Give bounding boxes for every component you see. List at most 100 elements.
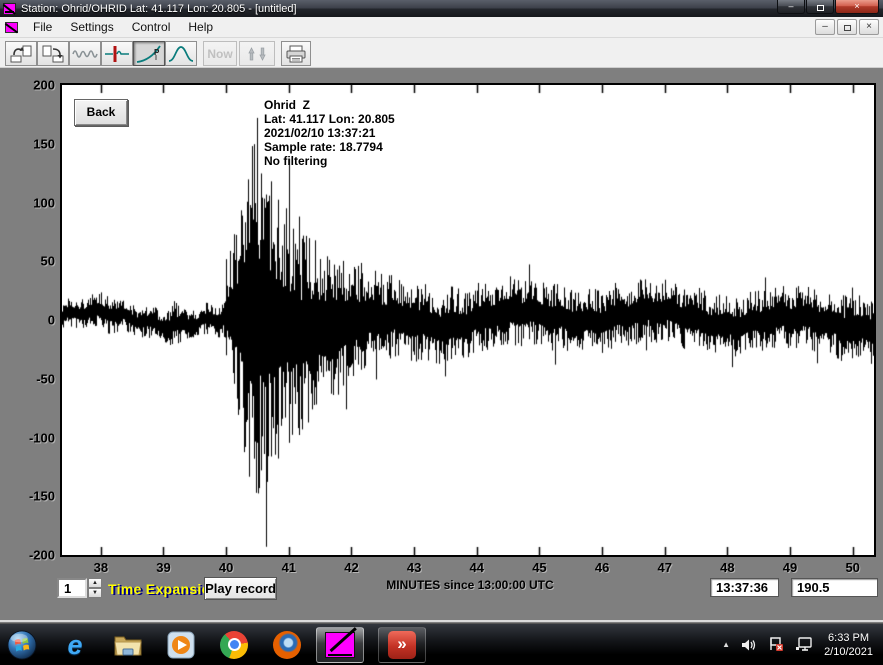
screen: Station: Ohrid/OHRID Lat: 41.117 Lon: 20… [0,0,883,665]
restore-button[interactable] [806,0,834,14]
trace-annotation: Ohrid ZLat: 41.117 Lon: 20.8052021/02/10… [264,98,395,168]
filter-button[interactable] [165,41,197,66]
network-icon[interactable] [795,637,813,652]
red-app-icon: » [388,631,416,659]
open-record-icon [10,45,32,63]
x-tick-label: 39 [156,560,170,575]
mdi-close-button[interactable]: × [859,19,879,35]
start-button[interactable] [7,630,37,660]
y-tick-label: -150 [29,489,55,504]
scroll-arrows-button[interactable] [239,41,275,66]
trace-annotation-line: Lat: 41.117 Lon: 20.805 [264,112,395,126]
window-title: Station: Ohrid/OHRID Lat: 41.117 Lon: 20… [21,3,776,15]
close-button[interactable]: × [835,0,879,14]
trace-annotation-line: 2021/02/10 13:37:21 [264,126,395,140]
waveform-icon [72,46,98,62]
firefox-icon [273,631,301,659]
action-center-flag-icon[interactable] [768,637,784,652]
media-player-button[interactable] [166,630,196,660]
red-app-taskbar-button[interactable]: » [378,627,426,663]
open-record-button[interactable] [5,41,37,66]
title-bar: Station: Ohrid/OHRID Lat: 41.117 Lon: 20… [0,0,883,17]
chrome-button[interactable] [219,630,249,660]
save-record-icon [42,45,64,63]
cursor-value-field[interactable]: 190.5 [791,578,878,597]
clock-time: 6:33 PM [824,631,873,645]
firefox-button[interactable] [272,630,302,660]
now-button[interactable]: Now [203,41,237,66]
x-tick-label: 42 [344,560,358,575]
y-tick-label: 0 [48,313,55,328]
pick-arrival-icon [104,45,130,63]
trace-annotation-line: Sample rate: 18.7794 [264,140,395,154]
x-axis-title: MINUTES since 13:00:00 UTC [330,578,610,592]
chart-client-area: Back 200150100500-50-100-150-200 3839404… [0,68,883,622]
x-tick-label: 47 [658,560,672,575]
taskbar-clock[interactable]: 6:33 PM 2/10/2021 [824,631,873,659]
time-expansion-label: Time Expansion [108,581,219,597]
x-tick-label: 49 [783,560,797,575]
x-tick-label: 44 [470,560,484,575]
print-icon [285,45,307,63]
clock-date: 2/10/2021 [824,645,873,659]
x-tick-label: 40 [219,560,233,575]
seismogram-plot[interactable]: Back [60,83,876,557]
minimize-button[interactable]: – [777,0,805,14]
file-explorer-button[interactable] [113,630,143,660]
filter-icon [168,45,194,63]
y-tick-label: -50 [36,371,55,386]
print-button[interactable] [281,41,311,66]
seismogram-trace-canvas[interactable] [62,85,874,555]
waveform-button[interactable] [69,41,101,66]
start-orb-icon [7,629,37,661]
spinner-down-icon[interactable]: ▼ [88,588,102,598]
internet-explorer-icon: e [67,631,82,659]
trace-annotation-line: No filtering [264,154,395,168]
x-tick-label: 50 [845,560,859,575]
mdi-minimize-button[interactable]: – [815,19,835,35]
menu-settings[interactable]: Settings [61,18,122,36]
pick-arrival-button[interactable] [101,41,133,66]
x-tick-label: 48 [720,560,734,575]
y-tick-label: -200 [29,548,55,563]
y-tick-label: 50 [41,254,55,269]
document-icon [5,22,18,33]
file-explorer-icon [113,632,143,658]
play-record-button[interactable]: Play record [204,577,277,600]
menu-control[interactable]: Control [123,18,180,36]
cursor-time-field[interactable]: 13:37:36 [710,578,779,597]
taskbar: e » ▲ [0,623,883,665]
chrome-icon [220,631,248,659]
x-tick-label: 45 [532,560,546,575]
time-expansion-spinner: ▲ ▼ [88,578,102,598]
amaseis-icon [325,632,355,658]
x-tick-label: 43 [407,560,421,575]
seismogram-icon [3,3,16,15]
x-tick-label: 46 [595,560,609,575]
trace-annotation-line: Ohrid Z [264,98,395,112]
y-tick-label: -100 [29,430,55,445]
travel-time-icon: P [136,45,162,63]
spinner-up-icon[interactable]: ▲ [88,578,102,588]
travel-time-button[interactable]: P [133,41,165,66]
back-button[interactable]: Back [74,99,128,126]
y-tick-label: 200 [33,78,55,93]
menu-file[interactable]: File [24,18,61,36]
save-record-button[interactable] [37,41,69,66]
system-tray: ▲ 6:33 PM 2/10/2021 [722,631,883,659]
menu-help[interactable]: Help [179,18,222,36]
svg-text:P: P [154,48,160,57]
hidden-icons-chevron[interactable]: ▲ [722,640,730,649]
mdi-restore-button[interactable] [837,19,857,35]
amaseis-taskbar-button[interactable] [316,627,364,663]
x-tick-label: 38 [94,560,108,575]
menu-bar: File Settings Control Help – × [0,17,883,38]
now-button-label: Now [207,47,232,61]
toolbar: P Now [0,38,883,68]
y-tick-label: 150 [33,136,55,151]
internet-explorer-button[interactable]: e [60,630,90,660]
restore-icon [817,5,824,11]
time-expansion-input[interactable] [57,578,87,598]
volume-icon[interactable] [741,638,757,652]
scroll-up-down-icons [243,45,271,63]
